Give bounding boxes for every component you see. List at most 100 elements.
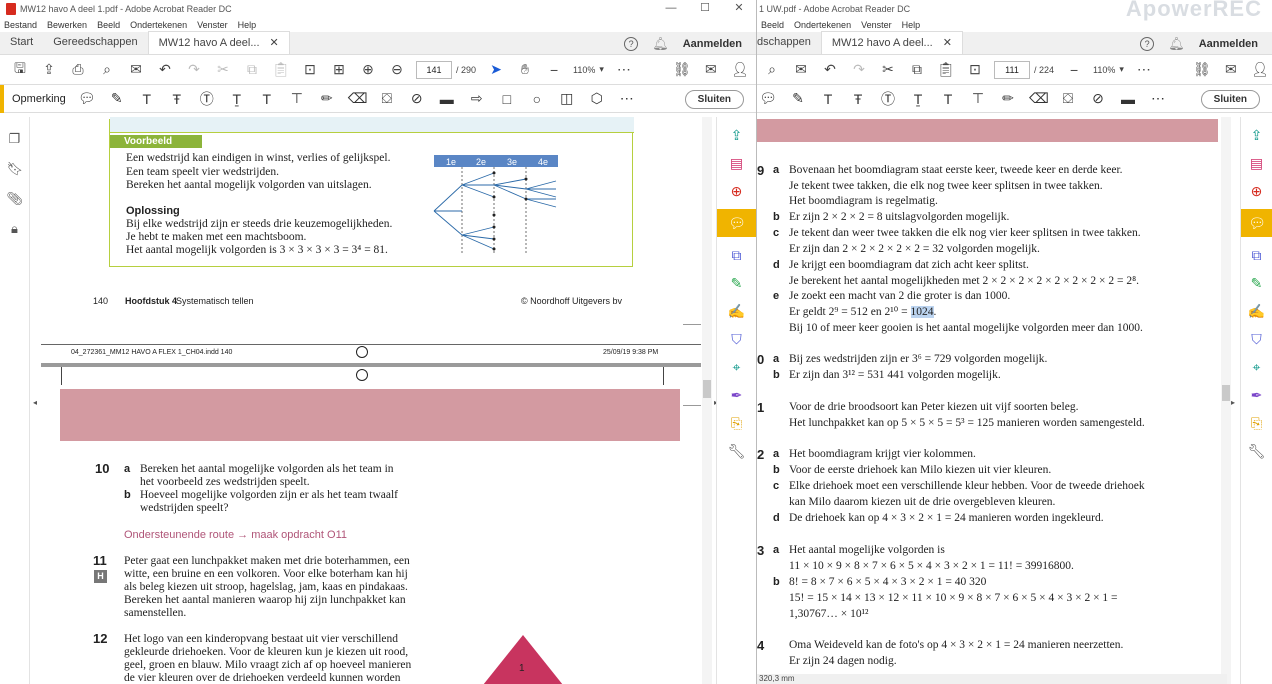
comment-tool-icon[interactable]: 💬︎: [1241, 209, 1272, 237]
text-strike-icon[interactable]: Ŧ: [849, 91, 867, 107]
snapshot-icon[interactable]: ⊡: [966, 61, 984, 78]
enhance-scan-icon[interactable]: ⌖: [1247, 357, 1267, 377]
line-icon[interactable]: ▬: [1119, 91, 1137, 107]
add-user-icon[interactable]: 👤︎: [731, 61, 749, 78]
paste-icon[interactable]: 📋︎: [937, 61, 955, 78]
text-underline-icon[interactable]: T: [138, 91, 156, 107]
highlight-icon[interactable]: ✎: [789, 90, 807, 107]
tab-start[interactable]: Start: [0, 31, 43, 54]
export-file-icon[interactable]: ⎘: [727, 413, 747, 433]
page-number-input[interactable]: 141: [416, 60, 452, 79]
export-pdf-icon[interactable]: ⇪: [727, 125, 747, 145]
pencil-icon[interactable]: ✏︎: [318, 90, 336, 107]
oval-icon[interactable]: ○: [528, 91, 546, 107]
menu-venster[interactable]: Venster: [197, 20, 228, 30]
protect-icon[interactable]: ⛉: [1247, 329, 1267, 349]
edit-pdf-icon[interactable]: ✎: [1247, 273, 1267, 293]
organize-pages-icon[interactable]: ▤: [1247, 153, 1267, 173]
undo-icon[interactable]: ↶: [156, 61, 174, 78]
attach-icon[interactable]: ⊘: [1089, 90, 1107, 107]
organize-pages-icon[interactable]: ▤: [727, 153, 747, 173]
fill-sign-icon[interactable]: ✍: [727, 301, 747, 321]
text-insert-icon[interactable]: Ṯ: [909, 91, 927, 107]
zoom-search-icon[interactable]: ⌕: [98, 61, 116, 78]
zoom-dropdown-icon[interactable]: ▾: [599, 64, 604, 75]
create-pdf-icon[interactable]: ⊕: [727, 181, 747, 201]
cloud-icon[interactable]: ◫: [558, 90, 576, 107]
enhance-scan-icon[interactable]: ⌖: [727, 357, 747, 377]
stamp-icon[interactable]: ⛋: [378, 90, 396, 107]
security-icon[interactable]: 🔒︎: [7, 221, 23, 237]
sticky-note-icon[interactable]: 💬︎: [759, 90, 777, 107]
paste-icon[interactable]: 📋︎: [272, 61, 290, 78]
save-icon[interactable]: 🖫: [11, 58, 29, 82]
collapse-left-arrow-icon[interactable]: ◂: [33, 398, 37, 407]
bell-icon[interactable]: 🔔︎: [652, 36, 669, 52]
menu-help[interactable]: Help: [238, 20, 257, 30]
text-box-icon[interactable]: ⊤: [969, 90, 987, 107]
undo-icon[interactable]: ↶: [821, 61, 839, 78]
add-text-icon[interactable]: T: [939, 91, 957, 107]
attach-icon[interactable]: ⊘: [408, 90, 426, 107]
export-file-icon[interactable]: ⎘: [1247, 413, 1267, 433]
more-comment-icon[interactable]: ⋯: [1149, 90, 1167, 107]
export-pdf-icon[interactable]: ⇪: [1247, 125, 1267, 145]
more-tools-wrench-icon[interactable]: 🔧︎: [1247, 441, 1267, 461]
text-replace-icon[interactable]: Ⓣ: [879, 89, 897, 109]
text-box-icon[interactable]: ⊤: [288, 90, 306, 107]
edit-pdf-icon[interactable]: ✎: [727, 273, 747, 293]
right-document-view[interactable]: 9 a Bovenaan het boomdiagram staat eerste …: [757, 117, 1221, 684]
attachment-icon[interactable]: 📎︎: [7, 191, 24, 207]
comment-tool-icon[interactable]: 💬︎: [717, 209, 756, 237]
tab-document[interactable]: MW12 havo A deel... ✕: [820, 31, 963, 54]
more-comment-icon[interactable]: ⋯: [618, 90, 636, 107]
upload-icon[interactable]: ⇪: [40, 61, 58, 78]
maximize-button[interactable]: ☐: [688, 0, 722, 17]
print-icon[interactable]: ⎙: [69, 61, 87, 78]
zoom-out-icon[interactable]: −: [1065, 62, 1083, 78]
left-scroll-thumb[interactable]: [703, 380, 711, 398]
more-tools-icon[interactable]: ⋯: [615, 61, 633, 78]
page-up-icon[interactable]: ⊕: [359, 61, 377, 78]
login-button[interactable]: Aanmelden: [683, 38, 742, 50]
close-comment-button[interactable]: Sluiten: [1200, 90, 1260, 109]
tab-close-icon[interactable]: ✕: [270, 32, 279, 55]
menu-beeld[interactable]: Beeld: [761, 20, 784, 30]
text-insert-icon[interactable]: Ṯ: [228, 91, 246, 107]
hand-tool-icon[interactable]: ✋︎: [516, 61, 534, 78]
menu-beeld[interactable]: Beeld: [97, 20, 120, 30]
tab-document[interactable]: MW12 havo A deel... ✕: [147, 31, 290, 55]
sticky-note-icon[interactable]: 💬︎: [78, 90, 96, 107]
close-comment-button[interactable]: Sluiten: [684, 90, 744, 109]
cut-icon[interactable]: ✂: [879, 61, 897, 78]
redo-icon[interactable]: ↷: [185, 61, 203, 78]
collapse-right-arrow-icon[interactable]: ▸: [1231, 398, 1235, 407]
zoom-out-icon[interactable]: −: [545, 62, 563, 78]
sign-icon[interactable]: ✒: [1247, 385, 1267, 405]
menu-venster[interactable]: Venster: [861, 20, 892, 30]
selected-text[interactable]: 1024: [910, 306, 934, 318]
help-icon[interactable]: ?: [624, 36, 639, 51]
email-icon[interactable]: ✉: [792, 61, 810, 78]
sign-icon[interactable]: ✒: [727, 385, 747, 405]
left-document-view[interactable]: Voorbeeld Een wedstrijd kan eindigen in …: [31, 117, 701, 684]
login-button[interactable]: Aanmelden: [1199, 38, 1258, 50]
copy-icon[interactable]: ⧉: [243, 61, 261, 78]
support-route-link[interactable]: Ondersteunende route → maak opdracht O11: [124, 529, 347, 541]
rectangle-icon[interactable]: □: [498, 91, 516, 107]
cut-icon[interactable]: ✂: [214, 61, 232, 78]
fill-sign-icon[interactable]: ✍: [1247, 301, 1267, 321]
zoom-dropdown-icon[interactable]: ▾: [1119, 64, 1124, 75]
highlight-icon[interactable]: ✎: [108, 90, 126, 107]
menu-ondertekenen[interactable]: Ondertekenen: [130, 20, 187, 30]
help-icon[interactable]: ?: [1140, 36, 1155, 51]
send-mail-icon[interactable]: ✉: [702, 61, 720, 78]
tab-tools[interactable]: Gereedschappen: [43, 31, 147, 54]
combine-files-icon[interactable]: ⧉: [727, 245, 747, 265]
snapshot-icon[interactable]: ⊡: [301, 61, 319, 78]
zoom-level[interactable]: 110%: [1093, 65, 1115, 75]
polygon-icon[interactable]: ⬡: [588, 90, 606, 107]
add-text-icon[interactable]: T: [258, 91, 276, 107]
add-user-icon[interactable]: 👤︎: [1251, 61, 1269, 78]
menu-bewerken[interactable]: Bewerken: [47, 20, 87, 30]
